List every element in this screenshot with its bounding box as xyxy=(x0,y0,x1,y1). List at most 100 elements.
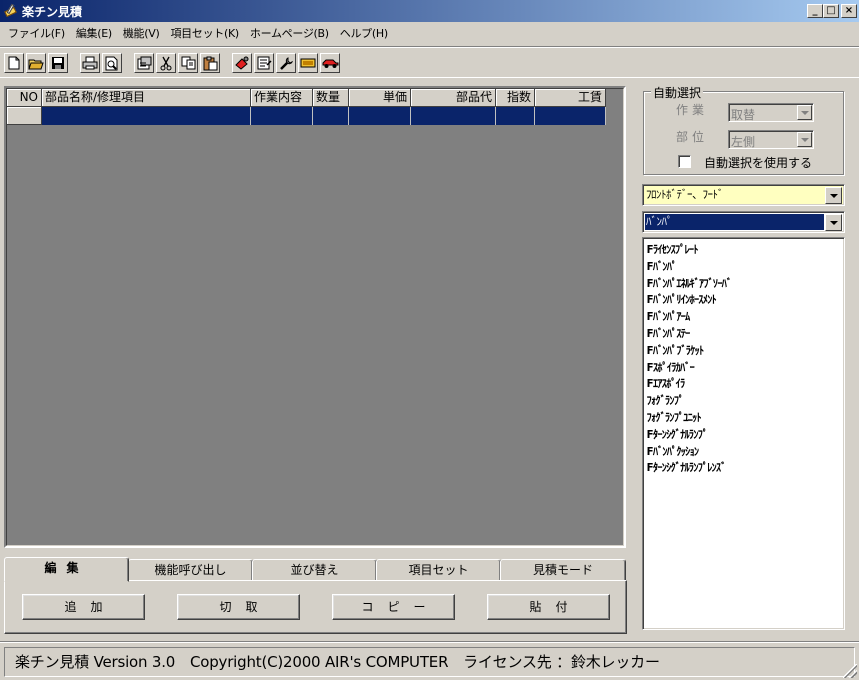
tab-edit[interactable]: 編集 xyxy=(4,557,129,582)
tab-function-call[interactable]: 機能呼び出し xyxy=(128,559,253,581)
app-icon xyxy=(3,3,19,19)
parts-list[interactable]: Fﾗｲｾﾝｽﾌﾟﾚｰﾄ Fﾊﾞﾝﾊﾟ Fﾊﾞﾝﾊﾟｴﾈﾙｷﾞｱﾌﾞｿｰﾊﾞ Fﾊ… xyxy=(642,237,845,630)
col-quantity[interactable]: 数量 xyxy=(313,89,349,107)
auto-select-checkbox[interactable] xyxy=(678,155,691,168)
work-label: 作業 xyxy=(676,103,709,117)
menu-function[interactable]: 機能(V) xyxy=(119,25,167,41)
col-unit-price[interactable]: 単価 xyxy=(349,89,411,107)
col-part-name[interactable]: 部品名称/修理項目 xyxy=(42,89,251,107)
grid-cell[interactable] xyxy=(349,107,411,125)
maximize-button[interactable]: □ xyxy=(823,4,839,18)
print-preview-button[interactable] xyxy=(102,53,122,73)
subcategory-select[interactable]: ﾊﾞﾝﾊﾟ xyxy=(642,211,845,233)
tool-wrench-icon xyxy=(279,56,293,70)
grid-cell[interactable] xyxy=(251,107,313,125)
chevron-down-icon[interactable] xyxy=(825,214,842,231)
auto-select-checkbox-label[interactable]: 自動選択を使用する xyxy=(704,154,812,171)
price-button[interactable] xyxy=(298,53,318,73)
work-select[interactable]: 取替 xyxy=(728,103,814,122)
open-button[interactable] xyxy=(26,53,46,73)
new-file-icon xyxy=(8,56,20,70)
list-item[interactable]: Fｽﾎﾟｲﾗｶﾊﾞｰ xyxy=(643,359,828,376)
minimize-button[interactable]: _ xyxy=(807,4,823,18)
save-button[interactable] xyxy=(48,53,68,73)
list-item[interactable]: Fﾊﾞﾝﾊﾟｴﾈﾙｷﾞｱﾌﾞｿｰﾊﾞ xyxy=(643,275,828,292)
list-item[interactable]: Fﾊﾞﾝﾊﾟｸｯｼｮﾝ xyxy=(643,443,828,460)
grid-cell[interactable] xyxy=(496,107,535,125)
list-item[interactable]: Fｴｱｽﾎﾟｲﾗ xyxy=(643,375,828,392)
menu-help[interactable]: ヘルプ(H) xyxy=(336,25,395,41)
tab-item-set[interactable]: 項目セット xyxy=(376,559,501,581)
car-button[interactable] xyxy=(320,53,340,73)
properties-button[interactable] xyxy=(134,53,154,73)
paint-icon xyxy=(235,56,249,70)
col-labor[interactable]: 工賃 xyxy=(535,89,606,107)
status-text: 楽チン見積 Version 3.0 Copyright(C)2000 AIR's… xyxy=(4,647,855,677)
list-item[interactable]: Fﾀｰﾝｼｸﾞﾅﾙﾗﾝﾌﾟ xyxy=(643,426,828,443)
close-button[interactable]: × xyxy=(841,4,857,18)
copy-button[interactable] xyxy=(178,53,198,73)
paste-icon xyxy=(203,56,217,70)
grid-cell[interactable] xyxy=(313,107,349,125)
copy-action-button[interactable]: コピー xyxy=(332,594,455,620)
list-item[interactable]: Fﾊﾞﾝﾊﾟ xyxy=(643,258,828,275)
col-no[interactable]: NO xyxy=(7,89,42,107)
work-select-value: 取替 xyxy=(731,108,756,122)
copy-icon xyxy=(181,56,195,70)
list-item[interactable]: ﾌｫｸﾞﾗﾝﾌﾟ xyxy=(643,392,828,409)
chevron-down-icon[interactable] xyxy=(825,187,842,204)
new-file-button[interactable] xyxy=(4,53,24,73)
menu-homepage[interactable]: ホームページ(B) xyxy=(246,25,336,41)
paint-button[interactable] xyxy=(232,53,252,73)
tab-strip: 編集 機能呼び出し 並び替え 項目セット 見積モード xyxy=(4,557,628,582)
print-button[interactable] xyxy=(80,53,100,73)
position-select-value: 左側 xyxy=(731,135,756,149)
grid-cell[interactable] xyxy=(535,107,606,125)
print-preview-icon xyxy=(105,56,118,70)
menu-edit[interactable]: 編集(E) xyxy=(72,25,119,41)
position-label: 部位 xyxy=(676,130,709,144)
list-item[interactable]: ﾌｫｸﾞﾗﾝﾌﾟﾕﾆｯﾄ xyxy=(643,409,828,426)
tool-button[interactable] xyxy=(276,53,296,73)
print-icon xyxy=(82,56,98,70)
chevron-down-icon[interactable] xyxy=(797,132,812,147)
tab-sort[interactable]: 並び替え xyxy=(252,559,377,581)
tab-panel-edit: 追加 切取 コピー 貼付 xyxy=(4,580,627,634)
list-item[interactable]: Fﾗｲｾﾝｽﾌﾟﾚｰﾄ xyxy=(643,241,828,258)
list-item[interactable]: Fﾀｰﾝｼｸﾞﾅﾙﾗﾝﾌﾟﾚﾝｽﾞ xyxy=(643,459,828,476)
menu-file[interactable]: ファイル(F) xyxy=(4,25,72,41)
table-row[interactable] xyxy=(7,107,606,125)
tab-estimate-mode[interactable]: 見積モード xyxy=(500,559,626,581)
form-icon xyxy=(257,56,272,70)
category-select[interactable]: ﾌﾛﾝﾄﾎﾞﾃﾞｰ、ﾌｰﾄﾞ xyxy=(642,184,845,206)
grid-cell[interactable] xyxy=(42,107,251,125)
col-parts-cost[interactable]: 部品代 xyxy=(411,89,496,107)
chevron-down-icon[interactable] xyxy=(797,105,812,120)
cut-action-button[interactable]: 切取 xyxy=(177,594,300,620)
col-index[interactable]: 指数 xyxy=(496,89,535,107)
paste-action-button[interactable]: 貼付 xyxy=(487,594,610,620)
menu-item-set[interactable]: 項目セット(K) xyxy=(166,25,245,41)
estimate-grid[interactable]: NO 部品名称/修理項目 作業内容 数量 単価 部品代 指数 工賃 xyxy=(4,86,626,548)
paste-button[interactable] xyxy=(200,53,220,73)
list-item[interactable]: Fﾊﾞﾝﾊﾟﾌﾞﾗｹｯﾄ xyxy=(643,342,828,359)
resize-grip-icon[interactable] xyxy=(843,664,857,678)
auto-select-title: 自動選択 xyxy=(651,84,704,101)
col-work[interactable]: 作業内容 xyxy=(251,89,313,107)
list-item[interactable]: Fﾊﾞﾝﾊﾟｱｰﾑ xyxy=(643,308,828,325)
grid-cell[interactable] xyxy=(411,107,496,125)
list-item[interactable]: Fﾊﾞﾝﾊﾟﾘｲﾝﾎｰｽﾒﾝﾄ xyxy=(643,291,828,308)
add-button[interactable]: 追加 xyxy=(22,594,145,620)
grid-header: NO 部品名称/修理項目 作業内容 数量 単価 部品代 指数 工賃 xyxy=(7,89,606,107)
category-select-value: ﾌﾛﾝﾄﾎﾞﾃﾞｰ、ﾌｰﾄﾞ xyxy=(646,188,724,201)
title-bar[interactable]: 楽チン見積 _ □ × xyxy=(0,0,859,22)
cut-button[interactable] xyxy=(156,53,176,73)
subcategory-select-value: ﾊﾞﾝﾊﾟ xyxy=(645,214,824,230)
list-item[interactable]: Fﾊﾞﾝﾊﾟｽﾃｰ xyxy=(643,325,828,342)
position-select[interactable]: 左側 xyxy=(728,130,814,149)
toolbar xyxy=(0,46,859,78)
row-header[interactable] xyxy=(7,107,42,125)
form-button[interactable] xyxy=(254,53,274,73)
save-disk-icon xyxy=(52,57,64,69)
auto-select-group: 自動選択 作業 取替 部位 左側 自動選択を使用する xyxy=(643,84,844,175)
